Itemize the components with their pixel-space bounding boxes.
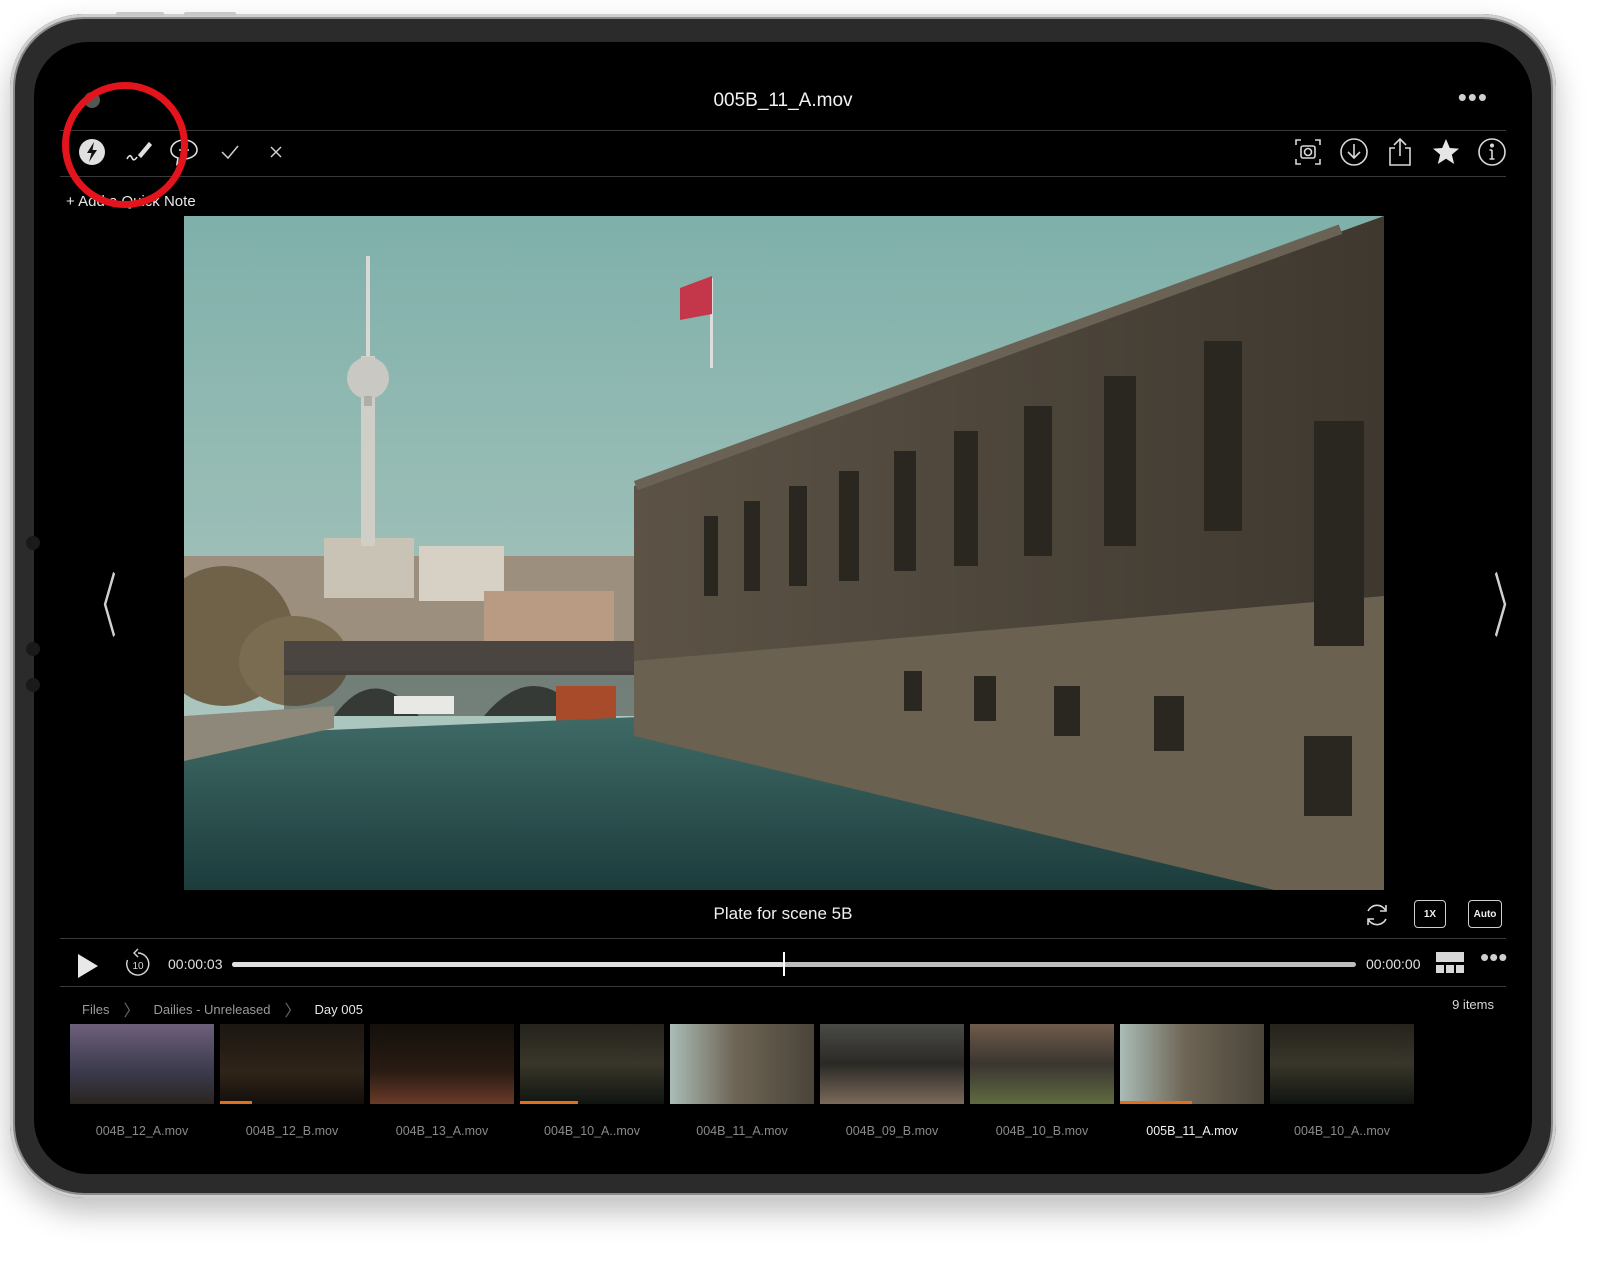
clip-label[interactable]: 004B_11_A.mov	[667, 1124, 817, 1138]
playhead[interactable]	[782, 952, 785, 976]
info-icon[interactable]	[1474, 134, 1510, 170]
divider	[60, 986, 1506, 987]
download-icon[interactable]	[1336, 134, 1372, 170]
checkmark-icon[interactable]	[212, 134, 248, 170]
current-time: 00:00:03	[168, 956, 223, 972]
breadcrumb-dailies[interactable]: Dailies - Unreleased	[153, 1002, 270, 1017]
app-screen: 005B_11_A.mov ••• + Add a Quick Note 〈 〉…	[34, 42, 1532, 1174]
breadcrumb-day[interactable]: Day 005	[315, 1002, 363, 1017]
file-title: 005B_11_A.mov	[713, 90, 853, 111]
close-icon[interactable]	[258, 134, 294, 170]
clip-thumbnail[interactable]	[970, 1024, 1114, 1104]
star-icon[interactable]	[1428, 134, 1464, 170]
lightning-icon[interactable]	[74, 134, 110, 170]
breadcrumb-files[interactable]: Files	[82, 1002, 109, 1017]
scrub-bar[interactable]	[232, 952, 1356, 976]
clip-thumbnail[interactable]	[370, 1024, 514, 1104]
ipad-frame: 005B_11_A.mov ••• + Add a Quick Note 〈 〉…	[10, 14, 1556, 1198]
divider	[60, 130, 1506, 131]
clip-thumbnail[interactable]	[1270, 1024, 1414, 1104]
more-options-icon[interactable]: •••	[1458, 82, 1488, 113]
sensor-dot	[26, 642, 40, 656]
clip-label[interactable]: 004B_10_A..mov	[1267, 1124, 1417, 1138]
clip-thumbnail[interactable]	[820, 1024, 964, 1104]
quality-button[interactable]: Auto	[1468, 900, 1502, 928]
comment-add-icon[interactable]	[166, 134, 202, 170]
remaining-time: 00:00:00	[1366, 956, 1421, 972]
camera-dot	[26, 536, 40, 550]
clip-thumbnail[interactable]	[520, 1024, 664, 1104]
watch-progress-bar	[1120, 1101, 1192, 1104]
clip-thumbnail[interactable]	[70, 1024, 214, 1104]
clip-label[interactable]: 004B_12_A.mov	[67, 1124, 217, 1138]
loop-icon[interactable]	[1362, 900, 1392, 930]
chevron-right-icon: 〉	[123, 1003, 140, 1020]
filmstrip-toggle-icon[interactable]	[1436, 952, 1464, 976]
share-icon[interactable]	[1382, 134, 1418, 170]
clip-caption: Plate for scene 5B	[713, 904, 853, 923]
divider	[60, 938, 1506, 939]
volume-button	[116, 12, 164, 16]
clip-label[interactable]: 004B_09_B.mov	[817, 1124, 967, 1138]
previous-clip-arrow[interactable]: 〈	[85, 572, 117, 642]
snapshot-icon[interactable]	[1290, 134, 1326, 170]
clip-thumbnail[interactable]	[220, 1024, 364, 1104]
video-frame[interactable]	[184, 216, 1384, 890]
clip-label[interactable]: 004B_10_A..mov	[517, 1124, 667, 1138]
clip-label[interactable]: 004B_10_B.mov	[967, 1124, 1117, 1138]
pen-icon[interactable]	[120, 134, 156, 170]
add-quick-note-link[interactable]: + Add a Quick Note	[66, 193, 196, 210]
watch-progress-bar	[520, 1101, 578, 1104]
sensor-dot	[26, 678, 40, 692]
breadcrumb: Files 〉 Dailies - Unreleased 〉 Day 005	[82, 997, 363, 1021]
clip-thumbnail[interactable]	[670, 1024, 814, 1104]
skip-back-10-icon[interactable]: 10	[122, 948, 154, 980]
watch-progress-bar	[220, 1101, 252, 1104]
items-count: 9 items	[1452, 997, 1494, 1012]
next-clip-arrow[interactable]: 〉	[1493, 572, 1525, 642]
clip-label[interactable]: 004B_12_B.mov	[217, 1124, 367, 1138]
chevron-right-icon: 〉	[284, 1003, 301, 1020]
playback-speed-button[interactable]: 1X	[1414, 900, 1446, 928]
svg-text:10: 10	[132, 961, 144, 972]
clip-label[interactable]: 004B_13_A.mov	[367, 1124, 517, 1138]
clip-thumbnail[interactable]	[1120, 1024, 1264, 1104]
divider	[60, 176, 1506, 177]
volume-button	[184, 12, 236, 16]
player-more-icon[interactable]: •••	[1480, 942, 1507, 973]
scrub-progress	[232, 962, 783, 967]
play-button[interactable]	[78, 954, 98, 978]
clip-label[interactable]: 005B_11_A.mov	[1117, 1124, 1267, 1138]
